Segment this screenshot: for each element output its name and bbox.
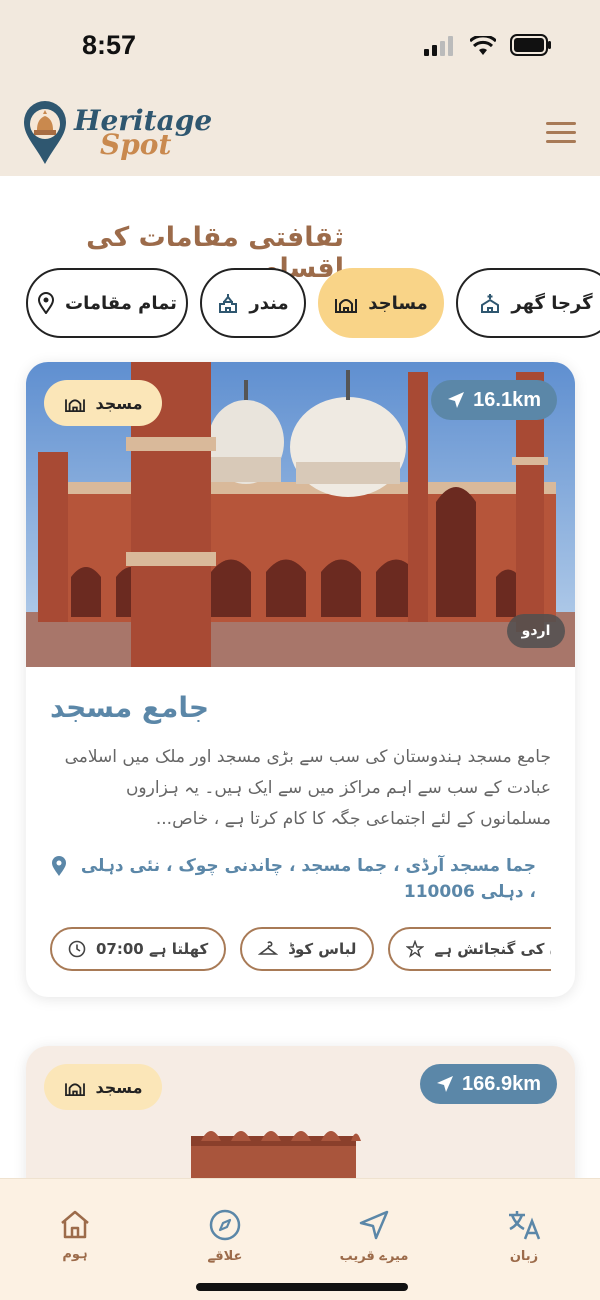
hanger-icon <box>258 941 279 955</box>
place-address[interactable]: جما مسجد آرڈی ، جما مسجد ، چاندنی چوک ، … <box>50 853 551 905</box>
temple-icon <box>219 294 238 313</box>
status-time: 8:57 <box>82 30 137 60</box>
clock-icon <box>68 940 86 958</box>
chip-mosques[interactable]: مساجد <box>318 268 444 338</box>
distance-value: 16.1km <box>473 388 541 411</box>
chip-temples[interactable]: مندر <box>200 268 306 338</box>
bottom-navigation: زبان میرے قریب علاقے ہوم <box>0 1178 600 1300</box>
home-icon <box>61 1210 89 1239</box>
nav-near-me[interactable]: میرے قریب <box>324 1209 424 1264</box>
heritage-pin-logo-icon <box>24 101 66 164</box>
church-icon <box>481 294 500 313</box>
tag-dress-code[interactable]: لباس کوڈ <box>240 927 375 971</box>
mosque-icon <box>64 1083 85 1096</box>
chip-label: تمام مقامات <box>65 292 177 314</box>
mosque-icon <box>64 399 85 412</box>
app-logo[interactable]: Heritage Spot <box>22 100 212 166</box>
navigation-arrow-icon <box>437 1076 454 1092</box>
tag-label: نمازیوں کی گنجائش ہے <box>434 940 551 958</box>
system-icons <box>424 34 552 56</box>
place-description: جامع مسجد ہندوستان کی سب سے بڑی مسجد اور… <box>64 747 551 829</box>
card-body: جامع مسجد جامع مسجد ہندوستان کی سب سے بڑ… <box>26 667 575 997</box>
distance-badge: 166.9km <box>420 1064 557 1104</box>
menu-line-icon <box>546 131 576 134</box>
language-badge[interactable]: اردو <box>507 614 565 648</box>
navigation-arrow-icon <box>448 392 465 408</box>
wifi-icon <box>470 36 496 55</box>
type-badge-label: مسجد <box>95 1077 143 1097</box>
tag-label: لباس کوڈ <box>288 940 357 958</box>
menu-line-icon <box>546 140 576 143</box>
signal-icon <box>424 36 453 56</box>
nav-label: زبان <box>509 1249 539 1264</box>
distance-value: 166.9km <box>462 1072 541 1095</box>
nav-regions[interactable]: علاقے <box>175 1209 275 1264</box>
tag-opening-time[interactable]: کھلتا ہے 07:00 <box>50 927 227 971</box>
home-indicator <box>196 1283 408 1291</box>
nav-label: میرے قریب <box>339 1249 409 1264</box>
address-text: جما مسجد آرڈی ، جما مسجد ، چاندنی چوک ، … <box>80 856 536 902</box>
place-card[interactable]: مسجد 16.1km اردو جامع مسجد جامع مسجد ہند… <box>26 362 575 997</box>
type-badge-label: مسجد <box>95 393 143 413</box>
place-title: جامع مسجد <box>50 691 210 724</box>
location-pin-icon <box>52 856 66 876</box>
app-header: Heritage Spot <box>0 90 600 176</box>
hamburger-menu-button[interactable] <box>546 122 576 144</box>
place-image: مسجد 16.1km اردو <box>26 362 575 667</box>
nav-language[interactable]: زبان <box>474 1209 574 1264</box>
menu-line-icon <box>546 122 576 125</box>
location-pin-icon <box>38 292 55 314</box>
type-badge: مسجد <box>44 380 162 426</box>
chip-churches[interactable]: گرجا گھر <box>456 268 600 338</box>
nav-label: علاقے <box>207 1249 243 1264</box>
category-chips: گرجا گھر مساجد مندر تمام مقامات <box>0 268 600 338</box>
feature-tags: کھلتا ہے 07:00 لباس کوڈ نمازیوں کی گنجائ… <box>50 927 551 971</box>
chip-label: مساجد <box>368 292 428 314</box>
type-badge: مسجد <box>44 1064 162 1110</box>
chip-all-places[interactable]: تمام مقامات <box>26 268 188 338</box>
tag-worshippers[interactable]: نمازیوں کی گنجائش ہے <box>388 927 551 971</box>
navigation-arrow-icon <box>359 1210 389 1240</box>
distance-badge: 16.1km <box>431 380 557 420</box>
mosque-icon <box>335 299 358 313</box>
translate-icon <box>509 1211 541 1240</box>
nav-home[interactable]: ہوم <box>25 1209 125 1262</box>
tag-label: کھلتا ہے 07:00 <box>96 940 209 958</box>
star-icon <box>406 940 425 958</box>
compass-icon <box>209 1209 241 1241</box>
chip-label: مندر <box>249 292 289 314</box>
battery-icon <box>510 34 551 56</box>
nav-label: ہوم <box>62 1247 88 1262</box>
chip-label: گرجا گھر <box>511 292 593 314</box>
status-bar: 8:57 <box>0 0 600 90</box>
